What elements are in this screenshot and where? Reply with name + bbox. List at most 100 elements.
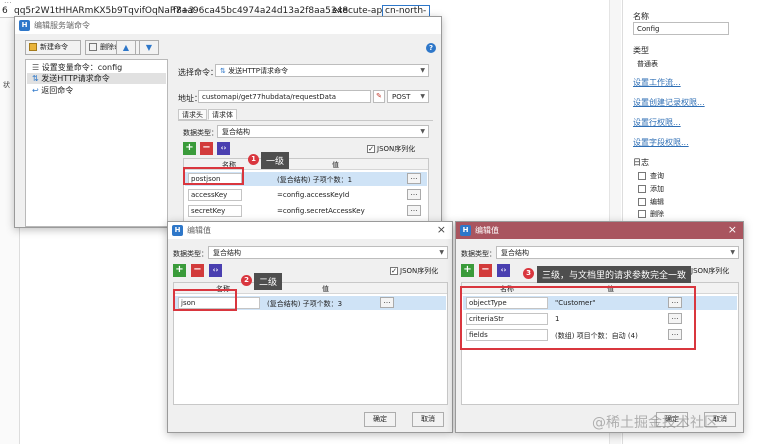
type-label: 类型 bbox=[633, 46, 649, 55]
sheet-row-1: ... bbox=[4, 0, 12, 5]
annotation-label-1: 一级 bbox=[261, 152, 290, 169]
close-icon[interactable]: × bbox=[437, 223, 446, 236]
row-name-field[interactable]: secretKey bbox=[188, 205, 242, 217]
link-workflow[interactable]: 设置工作流... bbox=[633, 77, 681, 88]
log-edit-checkbox[interactable] bbox=[638, 198, 646, 206]
move-down-button[interactable]: ▼ bbox=[139, 40, 159, 55]
highlight-box-level-3 bbox=[460, 286, 696, 350]
remove-row-button[interactable]: − bbox=[191, 264, 204, 277]
sheet-left-cell: 6 bbox=[2, 6, 8, 16]
code-view-button[interactable]: ‹› bbox=[217, 142, 230, 155]
json-serialize-checkbox[interactable]: ✓ bbox=[390, 267, 398, 275]
link-create-permission[interactable]: 设置创建记录权限... bbox=[633, 97, 705, 108]
edit-value-titlebar-active: H 编辑值 × bbox=[456, 222, 743, 239]
close-icon[interactable]: × bbox=[728, 223, 737, 236]
sheet-service-cell: execute-api bbox=[332, 6, 385, 16]
table-row[interactable]: accessKey =config.accessKeyId … bbox=[185, 188, 427, 202]
json-serialize-label: JSON序列化 bbox=[691, 267, 730, 275]
app-logo-icon: H bbox=[460, 225, 471, 236]
col-value-header: 值 bbox=[332, 161, 339, 169]
ok-button[interactable]: 确定 bbox=[364, 412, 396, 427]
row-edit-button[interactable]: … bbox=[380, 297, 394, 308]
http-method-dropdown[interactable]: POST ▼ bbox=[387, 90, 429, 103]
data-type-label: 数据类型： bbox=[461, 250, 496, 258]
return-icon: ↩ bbox=[32, 86, 39, 95]
arrow-down-icon: ▼ bbox=[145, 43, 153, 52]
row-edit-button[interactable]: … bbox=[407, 205, 421, 216]
log-add-label: 添加 bbox=[650, 185, 664, 193]
remove-row-button[interactable]: − bbox=[479, 264, 492, 277]
tree-item-http-request[interactable]: ⇅ 发送HTTP请求命令 bbox=[27, 73, 166, 84]
edit-value-dialog-level-2: H 编辑值 × 数据类型： 复合结构 ▼ + − ‹› ✓ JSON序列化 名称… bbox=[167, 221, 453, 433]
annotation-badge-2: 2 bbox=[241, 275, 252, 286]
link-row-permission[interactable]: 设置行权限... bbox=[633, 117, 681, 128]
cancel-button[interactable]: 取消 bbox=[412, 412, 444, 427]
chevron-down-icon: ▼ bbox=[730, 249, 735, 256]
log-delete-label: 删除 bbox=[650, 210, 664, 218]
sheet-id-cell: qq5r2W1tHHARmKX5b9TqvifOqNaP7+3 bbox=[14, 6, 195, 16]
tab-request-body[interactable]: 请求体 bbox=[208, 109, 237, 120]
highlight-box-level-1 bbox=[183, 167, 244, 185]
row-value: =config.secretAccessKey bbox=[277, 207, 365, 215]
new-command-label: 新建命令 bbox=[40, 43, 68, 51]
app-logo-icon: H bbox=[19, 20, 30, 31]
row-edit-button[interactable]: … bbox=[407, 173, 421, 184]
log-edit-label: 编辑 bbox=[650, 198, 664, 206]
chevron-down-icon: ▼ bbox=[420, 128, 425, 135]
link-field-permission[interactable]: 设置字段权限... bbox=[633, 137, 689, 148]
log-add-checkbox[interactable] bbox=[638, 185, 646, 193]
name-field[interactable]: Config bbox=[633, 22, 729, 35]
log-label: 日志 bbox=[633, 158, 649, 167]
add-row-button[interactable]: + bbox=[461, 264, 474, 277]
new-command-icon bbox=[29, 43, 37, 51]
url-input[interactable]: customapi/get77hubdata/requestData bbox=[198, 90, 371, 103]
type-value: 普通表 bbox=[637, 60, 658, 68]
tree-item-return[interactable]: ↩ 返回命令 bbox=[32, 85, 73, 96]
log-query-checkbox[interactable] bbox=[638, 172, 646, 180]
annotation-label-2: 二级 bbox=[254, 273, 283, 290]
annotation-label-3: 三级，与文档里的请求参数完全一致 bbox=[537, 266, 692, 283]
chevron-down-icon: ▼ bbox=[420, 67, 425, 74]
code-view-button[interactable]: ‹› bbox=[497, 264, 510, 277]
select-command-dropdown[interactable]: ⇅ 发送HTTP请求命令 ▼ bbox=[215, 64, 429, 77]
chevron-down-icon: ▼ bbox=[420, 93, 425, 100]
help-icon[interactable]: ? bbox=[426, 43, 436, 53]
row-value: (复合结构) 子项个数：3 bbox=[267, 300, 343, 308]
move-up-button-visible[interactable]: ▲ bbox=[116, 40, 136, 55]
http-select-icon: ⇅ bbox=[220, 67, 226, 75]
remove-row-button[interactable]: − bbox=[200, 142, 213, 155]
json-serialize-label: JSON序列化 bbox=[400, 267, 439, 275]
formula-edit-icon[interactable]: ✎ bbox=[373, 90, 385, 103]
tree-item-set-variable[interactable]: ☰ 设置变量命令：config bbox=[32, 62, 122, 73]
code-view-button[interactable]: ‹› bbox=[209, 264, 222, 277]
app-logo-icon: H bbox=[172, 225, 183, 236]
name-label: 名称 bbox=[633, 12, 649, 21]
edit-command-dialog: H 编辑服务端命令 新建命令 删除命令 ▲ ▼ ? ☰ 设置变量命令：confi… bbox=[14, 16, 442, 228]
new-command-button[interactable]: 新建命令 bbox=[25, 40, 81, 55]
json-serialize-checkbox[interactable]: ✓ bbox=[367, 145, 375, 153]
edit-value-title: 编辑值 bbox=[187, 226, 211, 235]
row-name-field[interactable]: accessKey bbox=[188, 189, 242, 201]
edit-command-titlebar: H 编辑服务端命令 bbox=[15, 17, 441, 34]
table-row[interactable]: secretKey =config.secretAccessKey … bbox=[185, 204, 427, 218]
data-type-label: 数据类型： bbox=[173, 250, 208, 258]
edit-command-title: 编辑服务端命令 bbox=[34, 21, 90, 30]
variable-icon: ☰ bbox=[32, 63, 40, 72]
row-value: (复合结构) 子项个数：1 bbox=[277, 176, 353, 184]
highlight-box-level-2 bbox=[173, 289, 237, 311]
json-serialize-label: JSON序列化 bbox=[377, 145, 416, 153]
command-tree: ☰ 设置变量命令：config ⇅ 发送HTTP请求命令 ↩ 返回命令 bbox=[25, 59, 168, 227]
tab-request-headers[interactable]: 请求头 bbox=[178, 109, 207, 120]
data-type-dropdown[interactable]: 复合结构 ▼ bbox=[496, 246, 739, 259]
data-type-dropdown[interactable]: 复合结构 ▼ bbox=[208, 246, 448, 259]
data-type-dropdown[interactable]: 复合结构 ▼ bbox=[217, 125, 429, 138]
chevron-down-icon: ▼ bbox=[439, 249, 444, 256]
arrow-up-icon: ▲ bbox=[122, 43, 130, 52]
add-row-button[interactable]: + bbox=[173, 264, 186, 277]
add-row-button[interactable]: + bbox=[183, 142, 196, 155]
row-edit-button[interactable]: … bbox=[407, 189, 421, 200]
annotation-badge-1: 1 bbox=[248, 154, 259, 165]
row-value: =config.accessKeyId bbox=[277, 191, 350, 199]
data-type-label: 数据类型： bbox=[183, 129, 218, 137]
log-delete-checkbox[interactable] bbox=[638, 210, 646, 218]
